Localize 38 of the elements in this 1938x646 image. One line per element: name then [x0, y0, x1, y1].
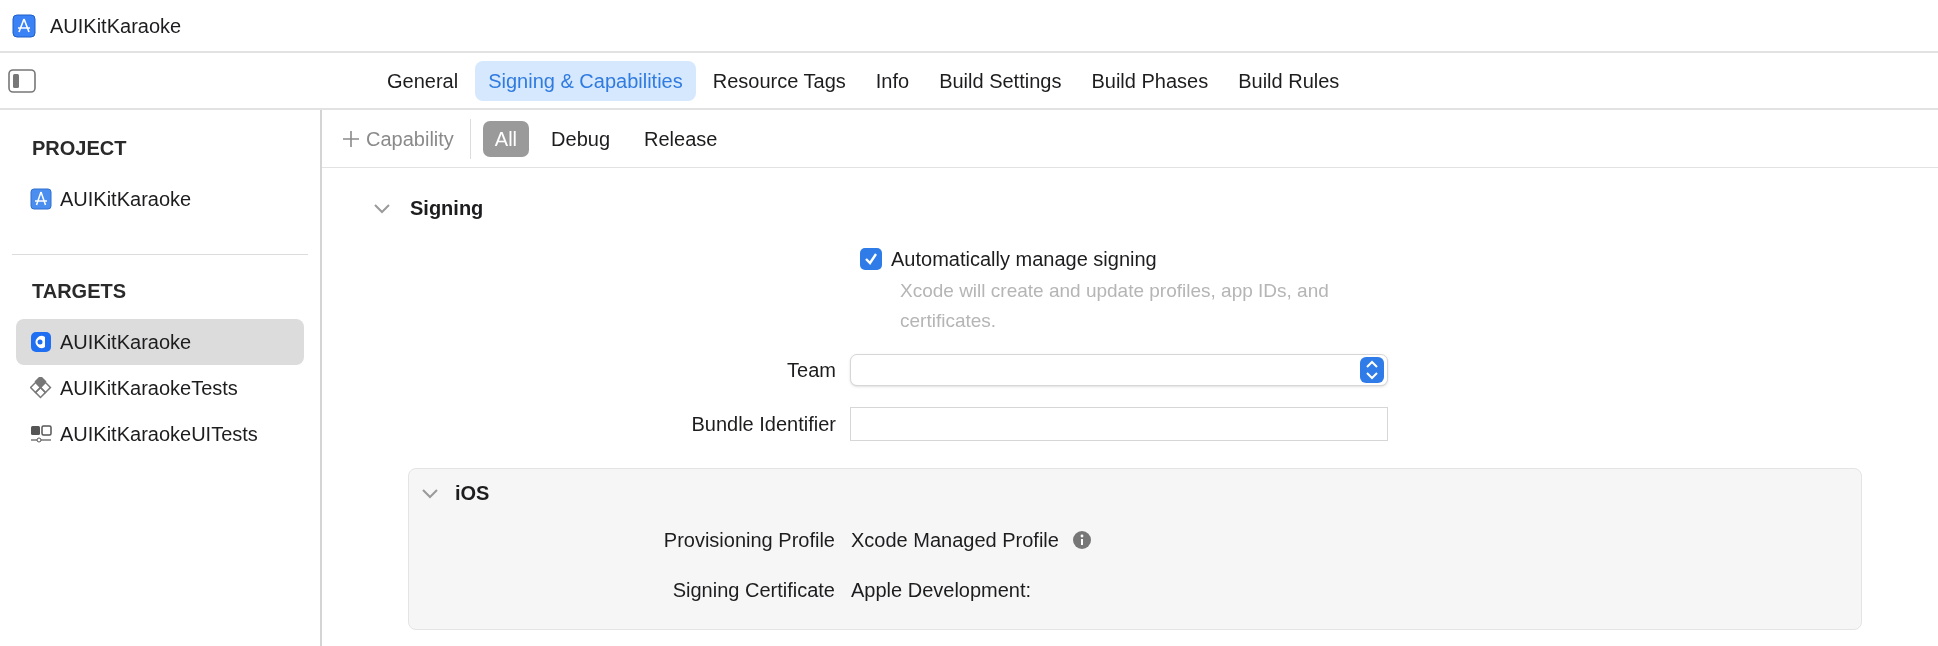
section-title: iOS [455, 481, 490, 506]
checkbox[interactable] [860, 248, 882, 270]
description-text: Xcode will create and update profiles, app IDs, and certificates. [900, 279, 1330, 333]
add-capability-button[interactable]: Capability [342, 123, 458, 154]
tab[interactable]: Resource Tags [699, 60, 859, 101]
sidebar-item[interactable]: AUIKitKaraoke [16, 176, 304, 222]
checkmark-icon [863, 251, 879, 267]
window-title: AUIKitKaraoke [50, 13, 182, 39]
field-value: Xcode Managed Profile [851, 528, 1059, 553]
diamonds-icon [30, 377, 52, 399]
field-label: Team [786, 358, 837, 383]
team-popup[interactable] [850, 354, 1388, 386]
window-pair-icon [30, 423, 52, 445]
sidebar-item[interactable]: AUIKitKaraokeUITests [16, 411, 304, 457]
scope-button[interactable]: Debug [539, 120, 622, 157]
tab[interactable]: Info [862, 60, 923, 101]
tab[interactable]: General [374, 60, 472, 101]
field-label: Bundle Identifier [690, 412, 837, 437]
plus-icon [342, 129, 360, 148]
stepper-icon [1360, 357, 1384, 383]
section-title: Signing [410, 196, 484, 221]
sidebar-item[interactable]: AUIKitKaraoke [16, 319, 304, 365]
scope-button[interactable]: Release [632, 120, 730, 157]
field-label: Provisioning Profile [662, 528, 836, 553]
checkbox-label: Automatically manage signing [891, 247, 1157, 272]
section-heading: TARGETS [31, 279, 128, 304]
tab[interactable]: Build Settings [926, 60, 1075, 101]
sidebar-toggle-icon[interactable] [8, 69, 36, 93]
tab[interactable]: Build Phases [1078, 60, 1222, 101]
tab[interactable]: Build Rules [1225, 60, 1353, 101]
section-heading: PROJECT [31, 136, 128, 161]
app-icon [12, 13, 36, 38]
text-field[interactable] [850, 407, 1388, 441]
sidebar-item[interactable]: AUIKitKaraokeTests [16, 365, 304, 411]
app-icon [30, 188, 52, 210]
app-icon [30, 331, 52, 353]
field-label: Signing Certificate [671, 578, 836, 603]
field-value: Apple Development: [851, 578, 1032, 603]
